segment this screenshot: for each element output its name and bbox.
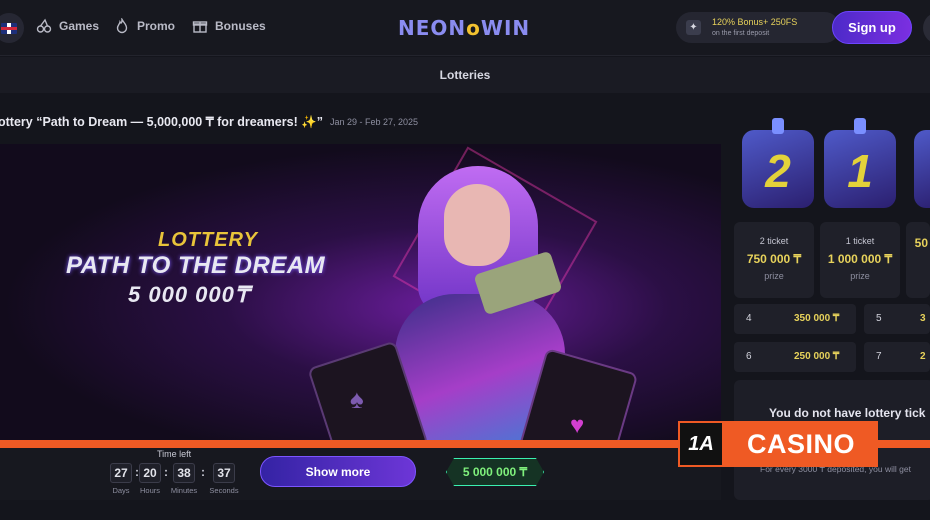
time-left-label: Time left [157, 449, 192, 459]
watermark-logo-icon: 1A [678, 421, 724, 467]
prize-tier-amount: 1 000 000 ₸ [827, 252, 893, 266]
heart-icon: ♥ [570, 412, 585, 439]
language-selector[interactable] [0, 13, 24, 43]
top-bar: Games Promo Bonuses NEONoWIN ✦ 120% Bonu… [0, 0, 930, 56]
banner-kicker: LOTTERY [158, 229, 258, 251]
rank-amount: 3 [920, 313, 926, 324]
timer-minutes-label: Minutes [170, 486, 198, 495]
banner-character-face [444, 184, 510, 266]
login-avatar-button[interactable] [923, 12, 930, 44]
prize-box-number: 1 [847, 145, 873, 197]
prize-box-3 [914, 130, 930, 208]
lottery-banner[interactable]: ♠ ♥ LOTTERY PATH TO THE DREAM 5 000 000₸ [0, 144, 721, 440]
rank-place: 6 [746, 351, 752, 362]
timer-seconds: 37 [213, 463, 235, 483]
prize-box-number: 2 [765, 145, 791, 197]
prize-rank-row: 7 2 [864, 342, 930, 372]
prize-tier-label: prize [850, 271, 870, 281]
prize-box-1: 1 [824, 118, 896, 208]
box-ribbon [772, 118, 784, 134]
prize-tier-tickets: 1 ticket [845, 236, 875, 246]
timer-minutes: 38 [173, 463, 195, 483]
prize-tier-amount: 750 000 ₸ [746, 252, 802, 266]
signup-button[interactable]: Sign up [832, 11, 912, 44]
lottery-title: ottery “Path to Dream — 5,000,000 ₸ for … [0, 115, 324, 129]
timer-days: 27 [110, 463, 132, 483]
timer-seconds-label: Seconds [209, 486, 239, 495]
nav-games[interactable]: Games [36, 18, 99, 34]
nav-promo[interactable]: Promo [114, 18, 175, 34]
rank-place: 5 [876, 313, 882, 324]
gift-icon [192, 21, 208, 33]
prize-tier-tickets: 2 ticket [759, 236, 789, 246]
prize-tier-card: 2 ticket 750 000 ₸ prize [734, 222, 814, 298]
box-ribbon [854, 118, 866, 134]
bonus-sub-text: on the first deposit [712, 30, 770, 37]
prize-tier-card: 50 [906, 222, 930, 298]
banner-headline: PATH TO THE DREAM [66, 252, 326, 279]
prize-tier-label: prize [764, 271, 784, 281]
prize-tier-card: 1 ticket 1 000 000 ₸ prize [820, 222, 900, 298]
bonus-gift-icon: ✦ [686, 20, 701, 35]
page-title: Lotteries [0, 57, 930, 93]
banner-amount: 5 000 000₸ [128, 282, 250, 307]
cherries-icon [36, 18, 52, 33]
timer-colon: : [164, 465, 168, 479]
lottery-dates: Jan 29 - Feb 27, 2025 [330, 117, 419, 127]
prize-rank-row: 4 350 000 ₸ [734, 304, 856, 334]
no-tickets-message: You do not have lottery tick [769, 406, 926, 420]
show-more-button[interactable]: Show more [260, 456, 416, 487]
nav-promo-label: Promo [137, 19, 176, 33]
bonus-main-text: 120% Bonus+ 250FS [712, 17, 798, 27]
uk-flag-icon [1, 22, 17, 34]
timer-hours: 20 [139, 463, 161, 483]
prize-pool-badge: 5 000 000 ₸ [446, 458, 544, 486]
rank-amount: 250 000 ₸ [794, 351, 840, 362]
prize-rank-row: 5 3 [864, 304, 930, 334]
rank-amount: 2 [920, 351, 926, 362]
neonwin-logo[interactable]: NEONoWIN [398, 16, 530, 40]
prize-box-2: 2 [742, 118, 814, 208]
rank-place: 4 [746, 313, 752, 324]
flame-icon [116, 18, 128, 34]
prize-tier-amount: 50 [914, 236, 928, 250]
rank-place: 7 [876, 351, 882, 362]
rank-amount: 350 000 ₸ [794, 313, 840, 324]
casino-watermark: 1A CASINO [678, 421, 878, 467]
welcome-bonus-pill[interactable]: ✦ 120% Bonus+ 250FS on the first deposit [676, 12, 840, 43]
nav-bonuses-label: Bonuses [215, 19, 266, 33]
spade-icon: ♠ [350, 384, 364, 414]
watermark-text: CASINO [724, 421, 878, 467]
nav-games-label: Games [59, 19, 100, 33]
nav-bonuses[interactable]: Bonuses [192, 18, 266, 34]
prize-rank-row: 6 250 000 ₸ [734, 342, 856, 372]
timer-colon: : [201, 465, 205, 479]
